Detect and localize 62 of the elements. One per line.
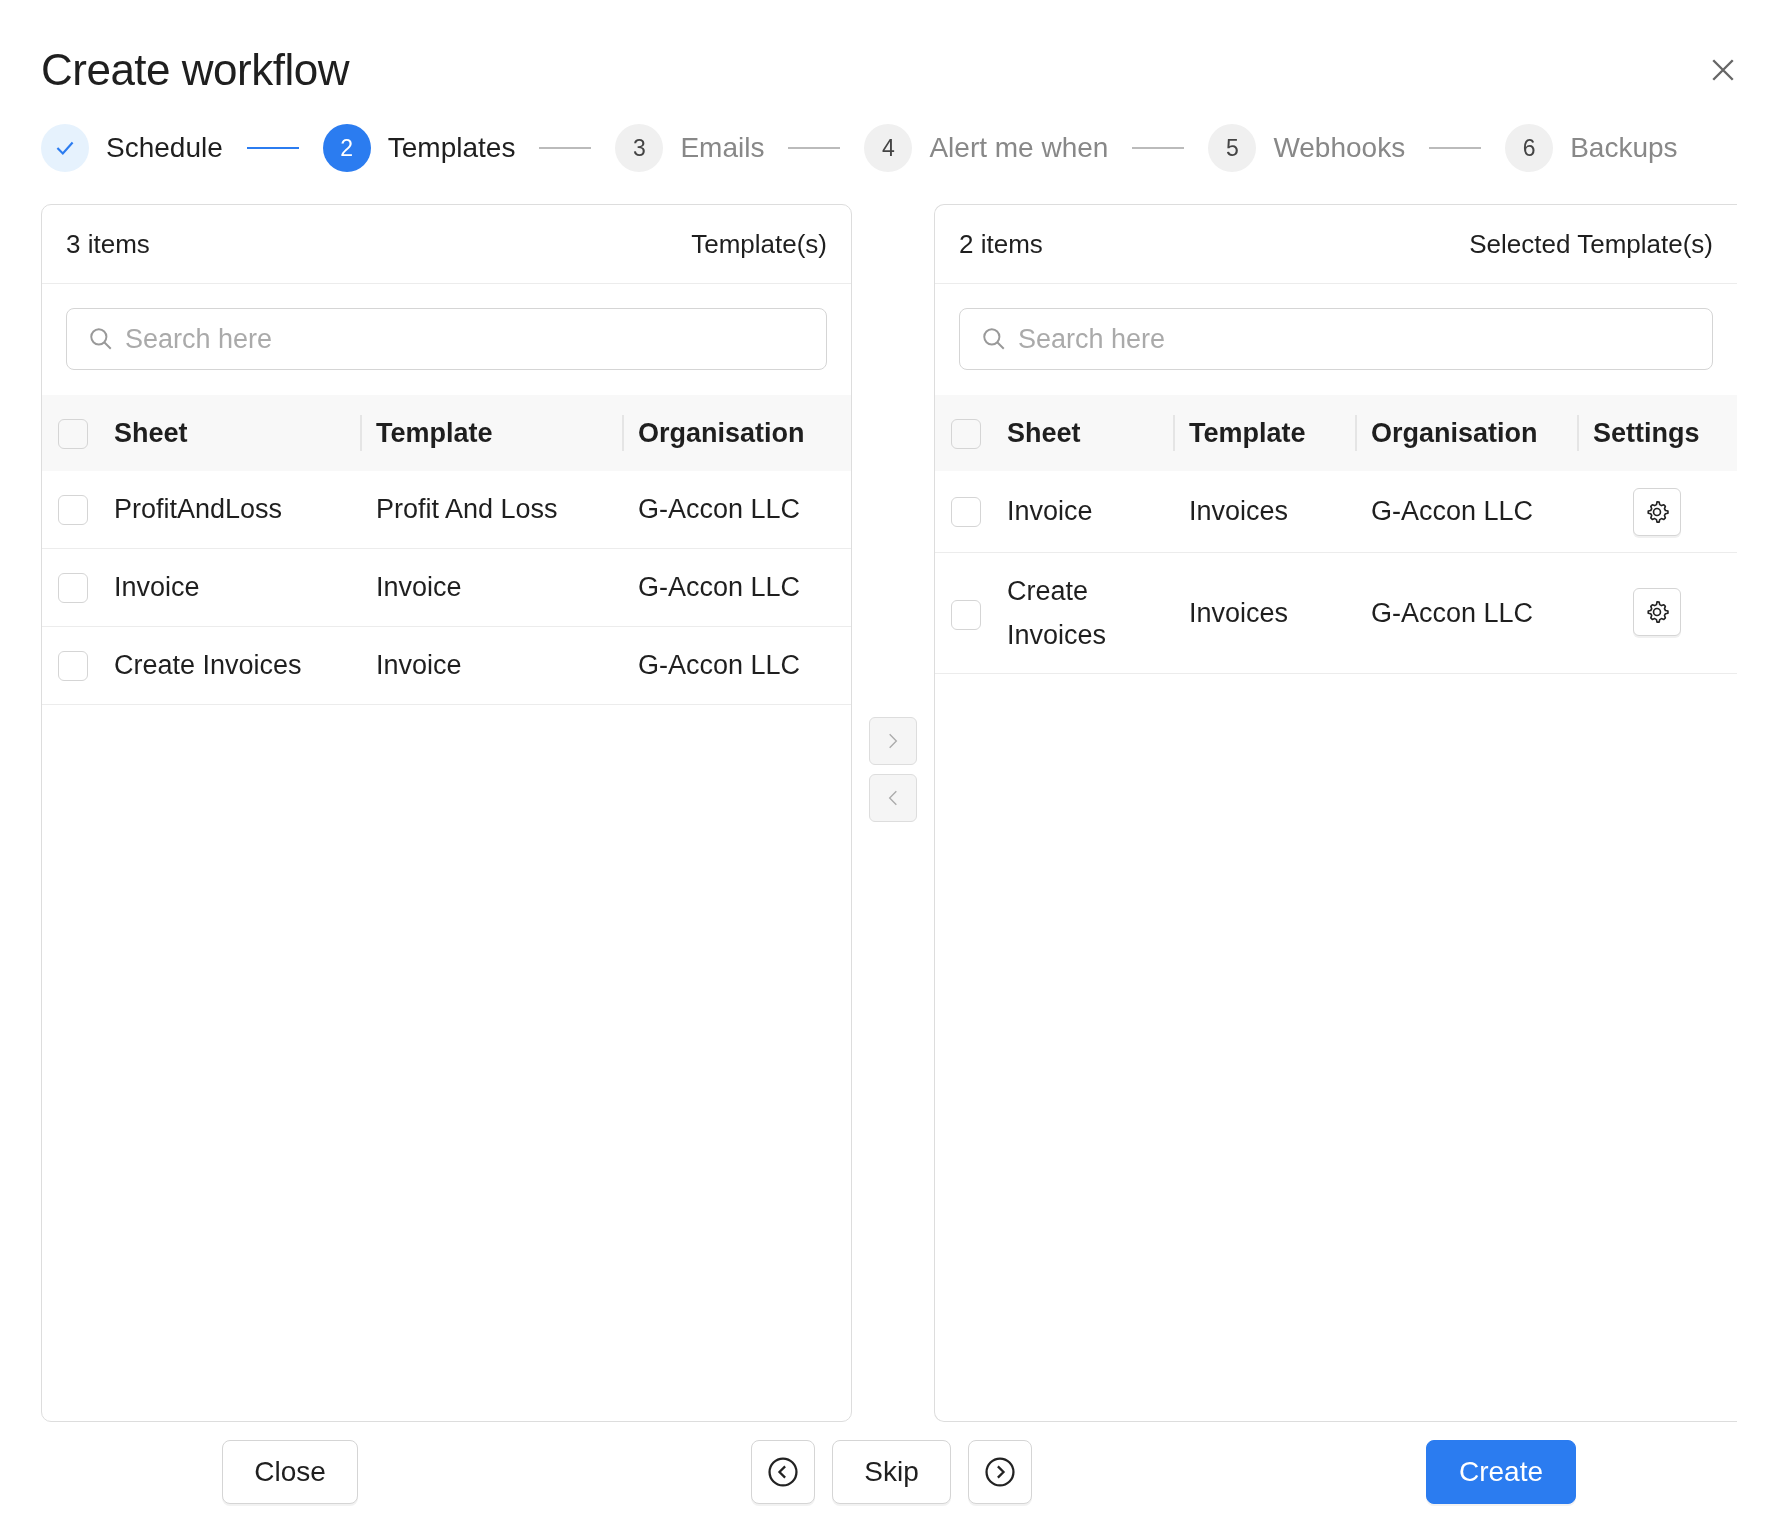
step-number: 3 xyxy=(615,124,664,172)
settings-icon xyxy=(1644,599,1670,625)
table-cell: Invoice xyxy=(376,650,462,680)
checkbox[interactable] xyxy=(951,497,981,528)
search-field[interactable]: Search here xyxy=(959,308,1713,370)
table-cell: Invoices xyxy=(1189,598,1289,628)
checkbox[interactable] xyxy=(58,495,88,526)
dialog-title: Create workflow xyxy=(41,45,349,95)
search-icon xyxy=(981,326,1007,352)
checkbox[interactable] xyxy=(951,418,981,449)
circle-chevron-right-icon xyxy=(983,1455,1017,1489)
table-cell: Profit And Loss xyxy=(376,494,558,524)
settings-icon xyxy=(1644,498,1670,525)
close-icon[interactable] xyxy=(1710,57,1736,83)
table-cell: Invoice xyxy=(114,572,200,602)
previous-button[interactable] xyxy=(751,1440,815,1504)
table-cell: ProfitAndLoss xyxy=(114,494,283,524)
panel-title: Selected Template(s) xyxy=(1469,228,1713,260)
step-label: Templates xyxy=(387,132,516,164)
checkbox[interactable] xyxy=(58,418,88,449)
column-header: Template xyxy=(1189,417,1306,448)
step-label: Schedule xyxy=(106,132,223,164)
column-header: Settings xyxy=(1593,417,1700,448)
step-number: 4 xyxy=(864,124,913,172)
circle-chevron-left-icon xyxy=(766,1455,800,1489)
checkbox[interactable] xyxy=(58,651,88,682)
table-cell: Create Invoices xyxy=(114,650,302,680)
step-label: Alert me when xyxy=(929,132,1109,164)
table-cell: G-Accon LLC xyxy=(638,572,801,602)
checkbox[interactable] xyxy=(58,573,88,604)
search-field[interactable]: Search here xyxy=(66,308,827,370)
step-number: 5 xyxy=(1208,124,1257,172)
search-icon xyxy=(88,326,114,352)
step-number: 2 xyxy=(322,124,371,172)
settings-button[interactable] xyxy=(1633,487,1681,536)
table-cell: G-Accon LLC xyxy=(638,494,801,524)
column-header: Template xyxy=(376,417,493,448)
table-cell: Invoices xyxy=(1189,496,1289,526)
table-cell: G-Accon LLC xyxy=(1371,598,1534,628)
column-header: Organisation xyxy=(1371,417,1538,448)
step-label: Backups xyxy=(1570,132,1678,164)
column-header: Sheet xyxy=(1007,417,1081,448)
table-cell: Invoice xyxy=(376,572,462,602)
check-icon xyxy=(41,124,89,172)
create-button[interactable]: Create xyxy=(1426,1440,1576,1504)
item-count: 2 items xyxy=(959,228,1043,260)
column-header: Sheet xyxy=(114,417,188,448)
settings-button[interactable] xyxy=(1633,588,1681,636)
panel-title: Template(s) xyxy=(691,228,827,260)
skip-button[interactable]: Skip xyxy=(832,1440,951,1504)
table-cell: G-Accon LLC xyxy=(1371,496,1534,526)
step-number: 6 xyxy=(1505,124,1554,172)
table-cell: Invoice xyxy=(1007,496,1093,526)
column-header: Organisation xyxy=(638,417,805,448)
next-button[interactable] xyxy=(968,1440,1032,1504)
step-label: Emails xyxy=(680,132,765,164)
table-cell-text: Create Invoices xyxy=(1007,575,1108,652)
close-button[interactable]: Close xyxy=(222,1440,358,1504)
item-count: 3 items xyxy=(66,228,150,260)
checkbox[interactable] xyxy=(951,599,981,630)
step-label: Webhooks xyxy=(1273,132,1406,164)
table-cell: G-Accon LLC xyxy=(638,650,801,680)
